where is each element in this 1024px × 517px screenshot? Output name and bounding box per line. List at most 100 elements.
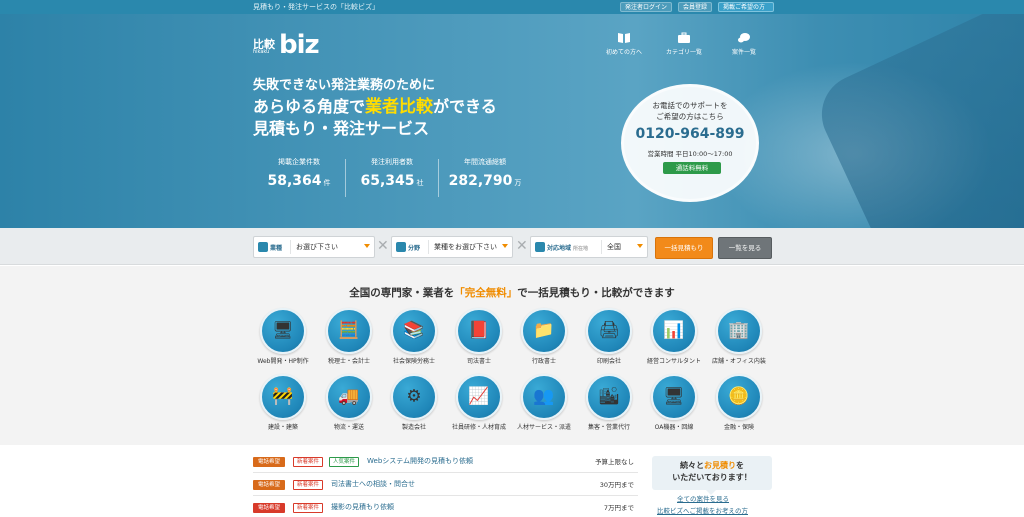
category-item[interactable]: 🖨 印刷会社 [574, 308, 644, 365]
category-glyph: 👥 [533, 386, 555, 407]
category-item[interactable]: 🚧 建設・建築 [248, 374, 318, 431]
industry-value: お選び下さい [290, 240, 338, 254]
field-select[interactable]: 分野 業種をお選び下さい [391, 236, 513, 258]
logo-word: biz [279, 30, 320, 60]
category-icon: 🧮 [326, 308, 372, 354]
category-item[interactable]: 📁 行政書士 [509, 308, 579, 365]
stat-users-unit: 社 [416, 179, 424, 187]
list-item[interactable]: 電話希望 新着案件 司法書士への相談・問合せ 30万円まで [253, 478, 638, 496]
bulk-quote-button[interactable]: 一括見積もり [655, 237, 713, 259]
category-item[interactable]: 📚 社会保険労務士 [379, 308, 449, 365]
category-item[interactable]: 🚚 物流・運送 [314, 374, 384, 431]
project-title-link[interactable]: Webシステム開発の見積もり依頼 [367, 456, 473, 466]
list-item[interactable]: 電話希望 新着案件 撮影の見積もり依頼 7万円まで [253, 501, 638, 517]
category-icon: 🖥 [260, 308, 306, 354]
new-badge: 新着案件 [293, 503, 323, 513]
category-glyph: 📊 [663, 320, 685, 341]
category-glyph: 📕 [468, 320, 490, 341]
nav-categories[interactable]: カテゴリ一覧 [654, 32, 714, 56]
category-glyph: 📁 [533, 320, 555, 341]
callout-line2: いただいております！ [672, 473, 752, 482]
region-select[interactable]: 対応地域 所在地 全国 [530, 236, 648, 258]
category-glyph: 📚 [403, 320, 425, 341]
category-item[interactable]: 🏙 集客・営業代行 [574, 374, 644, 431]
nav-beginners-label: 初めての方へ [605, 49, 642, 56]
category-icon: 📁 [521, 308, 567, 354]
quote-callout: 続々とお見積りを いただいております！ [652, 456, 772, 495]
category-item[interactable]: ⚙ 製造会社 [379, 374, 449, 431]
stat-companies: 掲載企業件数 58,364 件 [253, 157, 345, 189]
category-label: 人材サービス・派遣 [516, 424, 571, 431]
listing-request-button[interactable]: 掲載ご希望の方 [718, 2, 774, 12]
hero-line2-pre: あらゆる角度で [253, 97, 366, 116]
toll-free-badge: 通話料無料 [663, 162, 721, 174]
category-label: 店舗・オフィス内装 [712, 358, 766, 365]
category-item[interactable]: 🖥 OA機器・回線 [639, 374, 709, 431]
category-label: 印刷会社 [596, 358, 621, 365]
phone-request-badge: 電話希望 [253, 503, 285, 513]
chevron-down-icon [502, 244, 508, 248]
category-item[interactable]: 🪙 金融・保険 [704, 374, 774, 431]
project-budget: 30万円まで [599, 481, 634, 489]
category-glyph: 🪙 [728, 386, 750, 407]
phone-support-badge[interactable]: お電話でのサポートを ご希望の方はこちら 0120-964-899 営業時間 平… [621, 84, 759, 202]
category-icon: 🚚 [326, 374, 372, 420]
category-item[interactable]: 📕 司法書士 [444, 308, 514, 365]
listing-info-link[interactable]: 比較ビズへご掲載をお考えの方 [657, 505, 748, 515]
category-item[interactable]: 🏢 店舗・オフィス内装 [704, 308, 774, 365]
category-label: 金融・保険 [723, 424, 754, 431]
category-label: 建設・建築 [267, 424, 298, 431]
stat-companies-label: 掲載企業件数 [278, 158, 320, 166]
project-title-link[interactable]: 司法書士への相談・問合せ [331, 479, 415, 489]
stat-volume: 年間流通総額 282,790 万 [439, 157, 531, 189]
category-label: OA機器・回線 [654, 424, 694, 431]
stat-users-value: 65,345 [360, 173, 415, 189]
category-icon: ⚙ [391, 374, 437, 420]
callout-pre: 続々と [680, 461, 704, 470]
chevron-down-icon [637, 244, 643, 248]
all-projects-link[interactable]: 全ての案件を見る [677, 493, 729, 503]
category-icon: 🖥 [651, 374, 697, 420]
speech-bubble-icon [738, 33, 750, 43]
project-budget: 7万円まで [603, 504, 634, 512]
category-glyph: 🏢 [728, 320, 750, 341]
category-glyph: 🚚 [338, 386, 360, 407]
category-icon: 🖨 [586, 308, 632, 354]
list-item[interactable]: 電話希望 新着案件 人気案件 Webシステム開発の見積もり依頼 予算上限なし [253, 455, 638, 473]
industry-select[interactable]: 業種 お選び下さい [253, 236, 375, 258]
stat-volume-value: 282,790 [448, 173, 513, 189]
category-item[interactable]: 📊 経営コンサルタント [639, 308, 709, 365]
project-budget: 予算上限なし [595, 458, 634, 466]
nav-projects[interactable]: 案件一覧 [714, 32, 774, 56]
view-list-button[interactable]: 一覧を見る [718, 237, 772, 259]
nav-projects-label: 案件一覧 [731, 49, 756, 56]
project-title-link[interactable]: 撮影の見積もり依頼 [331, 502, 394, 512]
new-badge: 新着案件 [293, 457, 323, 467]
logo-kana: hikaku [253, 49, 270, 55]
callout-highlight: お見積り [704, 461, 736, 470]
register-button[interactable]: 会員登録 [678, 2, 712, 12]
top-bar: 見積もり・発注サービスの「比較ビズ」 発注者ログイン 会員登録 掲載ご希望の方 [0, 0, 1024, 14]
nav-beginners[interactable]: 初めての方へ [594, 32, 654, 56]
cross-icon: ✕ [516, 238, 528, 254]
category-item[interactable]: 🖥 Web開発・HP制作 [248, 308, 318, 365]
category-icon: 📚 [391, 308, 437, 354]
client-login-button[interactable]: 発注者ログイン [620, 2, 672, 12]
hero-lead-line3: 見積もり・発注サービス [253, 119, 430, 138]
category-item[interactable]: 👥 人材サービス・派遣 [509, 374, 579, 431]
phone-support-text: お電話でのサポートを ご希望の方はこちら [624, 100, 756, 122]
divider [253, 472, 638, 473]
category-glyph: 🚧 [272, 386, 294, 407]
phone-line1: お電話でのサポートを [652, 101, 728, 110]
briefcase-icon [258, 242, 268, 252]
truck-icon [535, 242, 545, 252]
phone-number[interactable]: 0120-964-899 [624, 126, 756, 142]
new-badge: 新着案件 [293, 480, 323, 490]
stat-users: 発注利用者数 65,345 社 [346, 157, 438, 189]
category-label: 集客・営業代行 [587, 424, 630, 431]
chevron-down-icon [364, 244, 370, 248]
category-item[interactable]: 📈 社員研修・人材育成 [444, 374, 514, 431]
category-item[interactable]: 🧮 税理士・会計士 [314, 308, 384, 365]
hero-lead-line1: 失敗できない発注業務のために [253, 78, 436, 93]
category-heading-post: で一括見積もり・比較ができます [517, 287, 675, 299]
